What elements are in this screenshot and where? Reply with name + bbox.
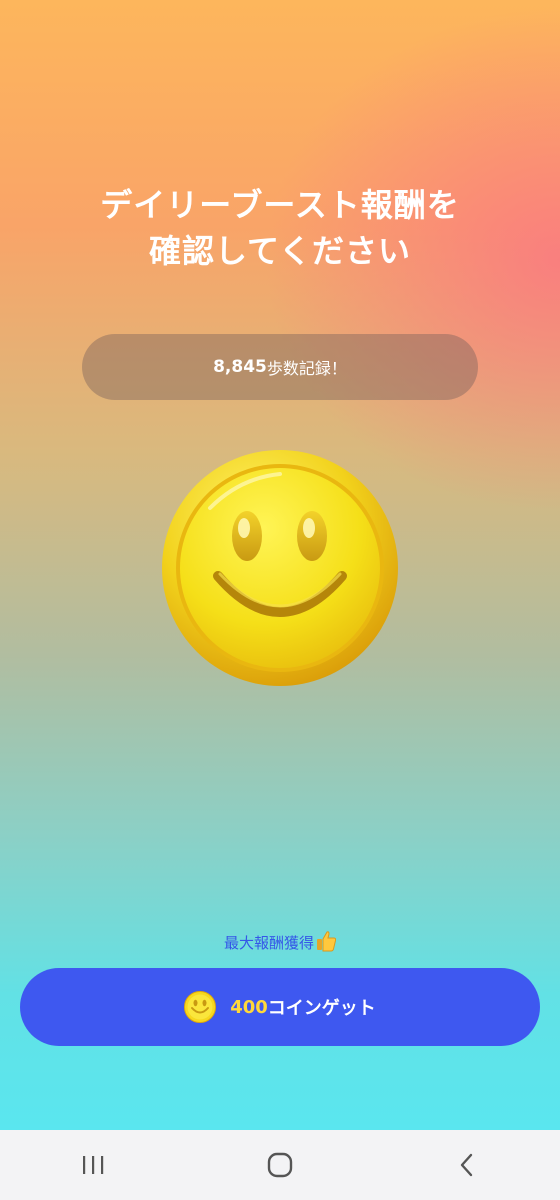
smiley-coin-icon <box>160 448 400 688</box>
step-count-suffix: 歩数記録！ <box>266 359 347 378</box>
recent-apps-button[interactable] <box>53 1135 133 1195</box>
steps-record-badge: 8,845 歩数記録！ <box>82 334 478 400</box>
title-line-1: デイリーブースト報酬を <box>100 186 460 224</box>
get-coins-button[interactable]: 400 コインゲット <box>20 968 540 1046</box>
thumbs-up-icon <box>316 930 337 952</box>
max-reward-label: 最大報酬獲得 <box>0 930 560 953</box>
smiley-coin-icon <box>184 991 217 1023</box>
get-coins-label: コインゲット <box>267 998 376 1019</box>
step-count: 8,845 <box>213 357 267 377</box>
back-icon <box>460 1153 472 1177</box>
home-button[interactable] <box>240 1135 320 1195</box>
recent-apps-icon <box>83 1156 104 1174</box>
home-icon <box>267 1152 293 1178</box>
reward-screen: デイリーブースト報酬を 確認してください 8,845 歩数記録！ 最大報酬獲得 … <box>0 0 560 1130</box>
page-title: デイリーブースト報酬を 確認してください <box>0 182 560 274</box>
coin-amount: 400 <box>230 996 268 1018</box>
max-reward-text: 最大報酬獲得 <box>223 934 314 952</box>
system-navigation-bar <box>0 1130 560 1200</box>
back-button[interactable] <box>427 1135 507 1195</box>
title-line-2: 確認してください <box>148 232 412 270</box>
